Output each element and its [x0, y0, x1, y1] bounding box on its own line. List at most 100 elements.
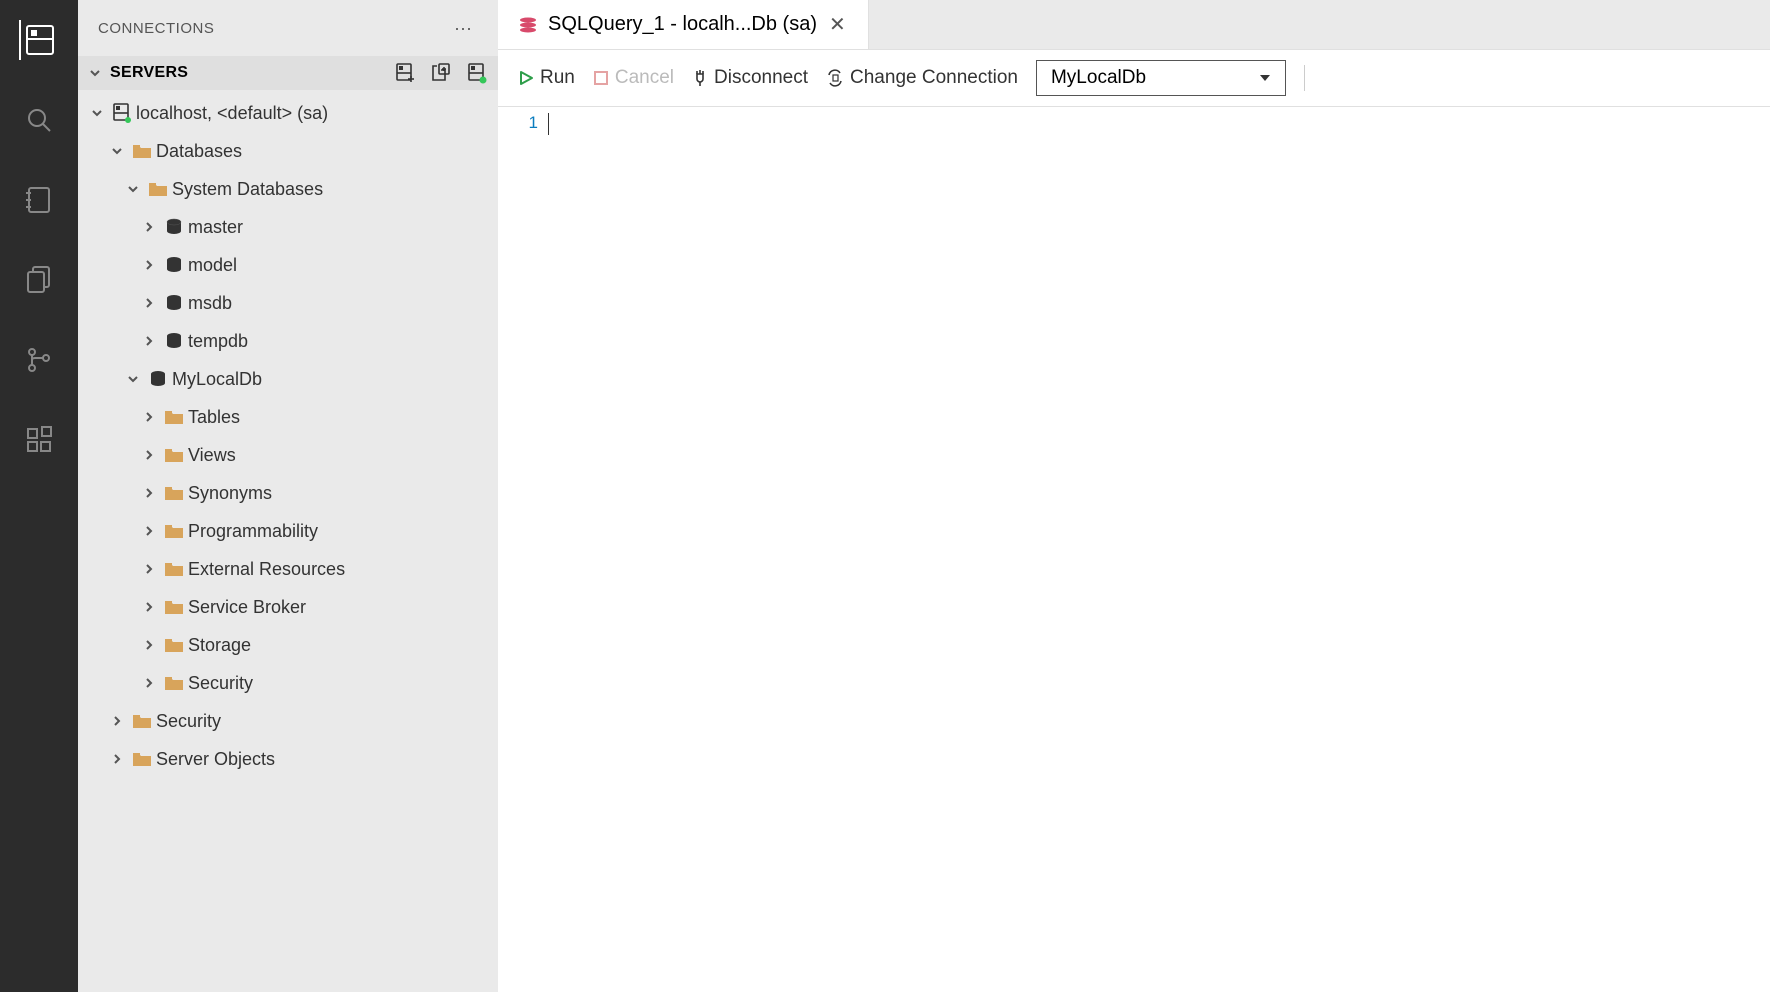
- tree-db-tempdb[interactable]: tempdb: [78, 322, 498, 360]
- chevron-right-icon: [110, 714, 124, 728]
- folder-icon: [160, 637, 188, 653]
- plug-icon: [692, 69, 708, 87]
- chevron-down-icon: [126, 372, 140, 386]
- tree-label: master: [188, 217, 498, 238]
- folder-icon: [128, 751, 156, 767]
- server-tree: localhost, <default> (sa) Databases Syst…: [78, 90, 498, 782]
- tree-label: Security: [188, 673, 498, 694]
- tree-db-model[interactable]: model: [78, 246, 498, 284]
- code-area[interactable]: [548, 107, 1770, 992]
- chevron-right-icon: [142, 600, 156, 614]
- tree-label: MyLocalDb: [172, 369, 498, 390]
- tree-label: Views: [188, 445, 498, 466]
- tree-label: Databases: [156, 141, 498, 162]
- folder-icon: [128, 713, 156, 729]
- stop-icon: [593, 70, 609, 86]
- main-area: SQLQuery_1 - localh...Db (sa) ✕ Run Canc…: [498, 0, 1770, 992]
- tree-synonyms[interactable]: Synonyms: [78, 474, 498, 512]
- text-cursor: [548, 113, 549, 135]
- chevron-down-icon: [110, 144, 124, 158]
- folder-icon: [160, 447, 188, 463]
- chevron-right-icon: [142, 486, 156, 500]
- chevron-right-icon: [142, 524, 156, 538]
- connections-panel: CONNECTIONS ··· SERVERS localh: [78, 0, 498, 992]
- change-connection-button[interactable]: Change Connection: [826, 67, 1018, 89]
- folder-icon: [160, 485, 188, 501]
- sql-editor[interactable]: 1: [498, 107, 1770, 992]
- chevron-down-icon: [88, 66, 102, 80]
- tree-label: System Databases: [172, 179, 498, 200]
- tree-views[interactable]: Views: [78, 436, 498, 474]
- tab-sqlquery1[interactable]: SQLQuery_1 - localh...Db (sa) ✕: [498, 0, 869, 49]
- activity-notebook-icon[interactable]: [19, 180, 59, 220]
- play-icon: [518, 70, 534, 86]
- tab-bar: SQLQuery_1 - localh...Db (sa) ✕: [498, 0, 1770, 50]
- tree-storage[interactable]: Storage: [78, 626, 498, 664]
- database-icon: [160, 294, 188, 312]
- folder-icon: [128, 143, 156, 159]
- tree-db-mylocaldb[interactable]: MyLocalDb: [78, 360, 498, 398]
- chevron-right-icon: [110, 752, 124, 766]
- tree-label: model: [188, 255, 498, 276]
- new-group-icon[interactable]: [430, 62, 452, 84]
- activity-explorer-icon[interactable]: [19, 260, 59, 300]
- active-connections-icon[interactable]: [466, 62, 488, 84]
- chevron-down-icon: [90, 106, 104, 120]
- run-button[interactable]: Run: [518, 67, 575, 89]
- folder-icon: [160, 599, 188, 615]
- database-stack-icon: [518, 15, 538, 35]
- cancel-button[interactable]: Cancel: [593, 67, 674, 89]
- chevron-right-icon: [142, 448, 156, 462]
- folder-icon: [160, 409, 188, 425]
- tree-security-db[interactable]: Security: [78, 664, 498, 702]
- tree-label: localhost, <default> (sa): [136, 103, 498, 124]
- activity-connections-icon[interactable]: [19, 20, 59, 60]
- database-select[interactable]: MyLocalDb: [1036, 60, 1286, 96]
- tree-label: Tables: [188, 407, 498, 428]
- server-icon: [108, 103, 136, 123]
- chevron-right-icon: [142, 676, 156, 690]
- tree-security-server[interactable]: Security: [78, 702, 498, 740]
- chevron-right-icon: [142, 638, 156, 652]
- chevron-right-icon: [142, 410, 156, 424]
- chevron-right-icon: [142, 258, 156, 272]
- swap-icon: [826, 69, 844, 87]
- toolbar-divider: [1304, 65, 1305, 91]
- tree-label: tempdb: [188, 331, 498, 352]
- tree-db-master[interactable]: master: [78, 208, 498, 246]
- line-number-gutter: 1: [498, 107, 548, 992]
- chevron-right-icon: [142, 562, 156, 576]
- activity-bar: [0, 0, 78, 992]
- tree-label: Security: [156, 711, 498, 732]
- folder-icon: [144, 181, 172, 197]
- activity-extensions-icon[interactable]: [19, 420, 59, 460]
- tree-server[interactable]: localhost, <default> (sa): [78, 94, 498, 132]
- database-icon: [160, 256, 188, 274]
- query-toolbar: Run Cancel Disconnect Change Connection …: [498, 50, 1770, 107]
- tree-label: External Resources: [188, 559, 498, 580]
- more-actions-icon[interactable]: ···: [448, 14, 478, 43]
- disconnect-button[interactable]: Disconnect: [692, 67, 808, 89]
- tree-server-objects[interactable]: Server Objects: [78, 740, 498, 778]
- activity-search-icon[interactable]: [19, 100, 59, 140]
- tree-tables[interactable]: Tables: [78, 398, 498, 436]
- new-connection-icon[interactable]: [394, 62, 416, 84]
- tree-db-msdb[interactable]: msdb: [78, 284, 498, 322]
- tree-databases[interactable]: Databases: [78, 132, 498, 170]
- tree-programmability[interactable]: Programmability: [78, 512, 498, 550]
- tab-label: SQLQuery_1 - localh...Db (sa): [548, 13, 817, 36]
- tree-label: Service Broker: [188, 597, 498, 618]
- tree-service-broker[interactable]: Service Broker: [78, 588, 498, 626]
- tree-label: msdb: [188, 293, 498, 314]
- database-icon: [160, 218, 188, 236]
- tree-external-resources[interactable]: External Resources: [78, 550, 498, 588]
- tree-label: Programmability: [188, 521, 498, 542]
- close-icon[interactable]: ✕: [827, 12, 848, 37]
- dropdown-caret-icon: [1259, 72, 1271, 84]
- tree-label: Storage: [188, 635, 498, 656]
- servers-section-header[interactable]: SERVERS: [78, 56, 498, 90]
- tree-system-databases[interactable]: System Databases: [78, 170, 498, 208]
- activity-source-control-icon[interactable]: [19, 340, 59, 380]
- chevron-right-icon: [142, 334, 156, 348]
- database-icon: [144, 370, 172, 388]
